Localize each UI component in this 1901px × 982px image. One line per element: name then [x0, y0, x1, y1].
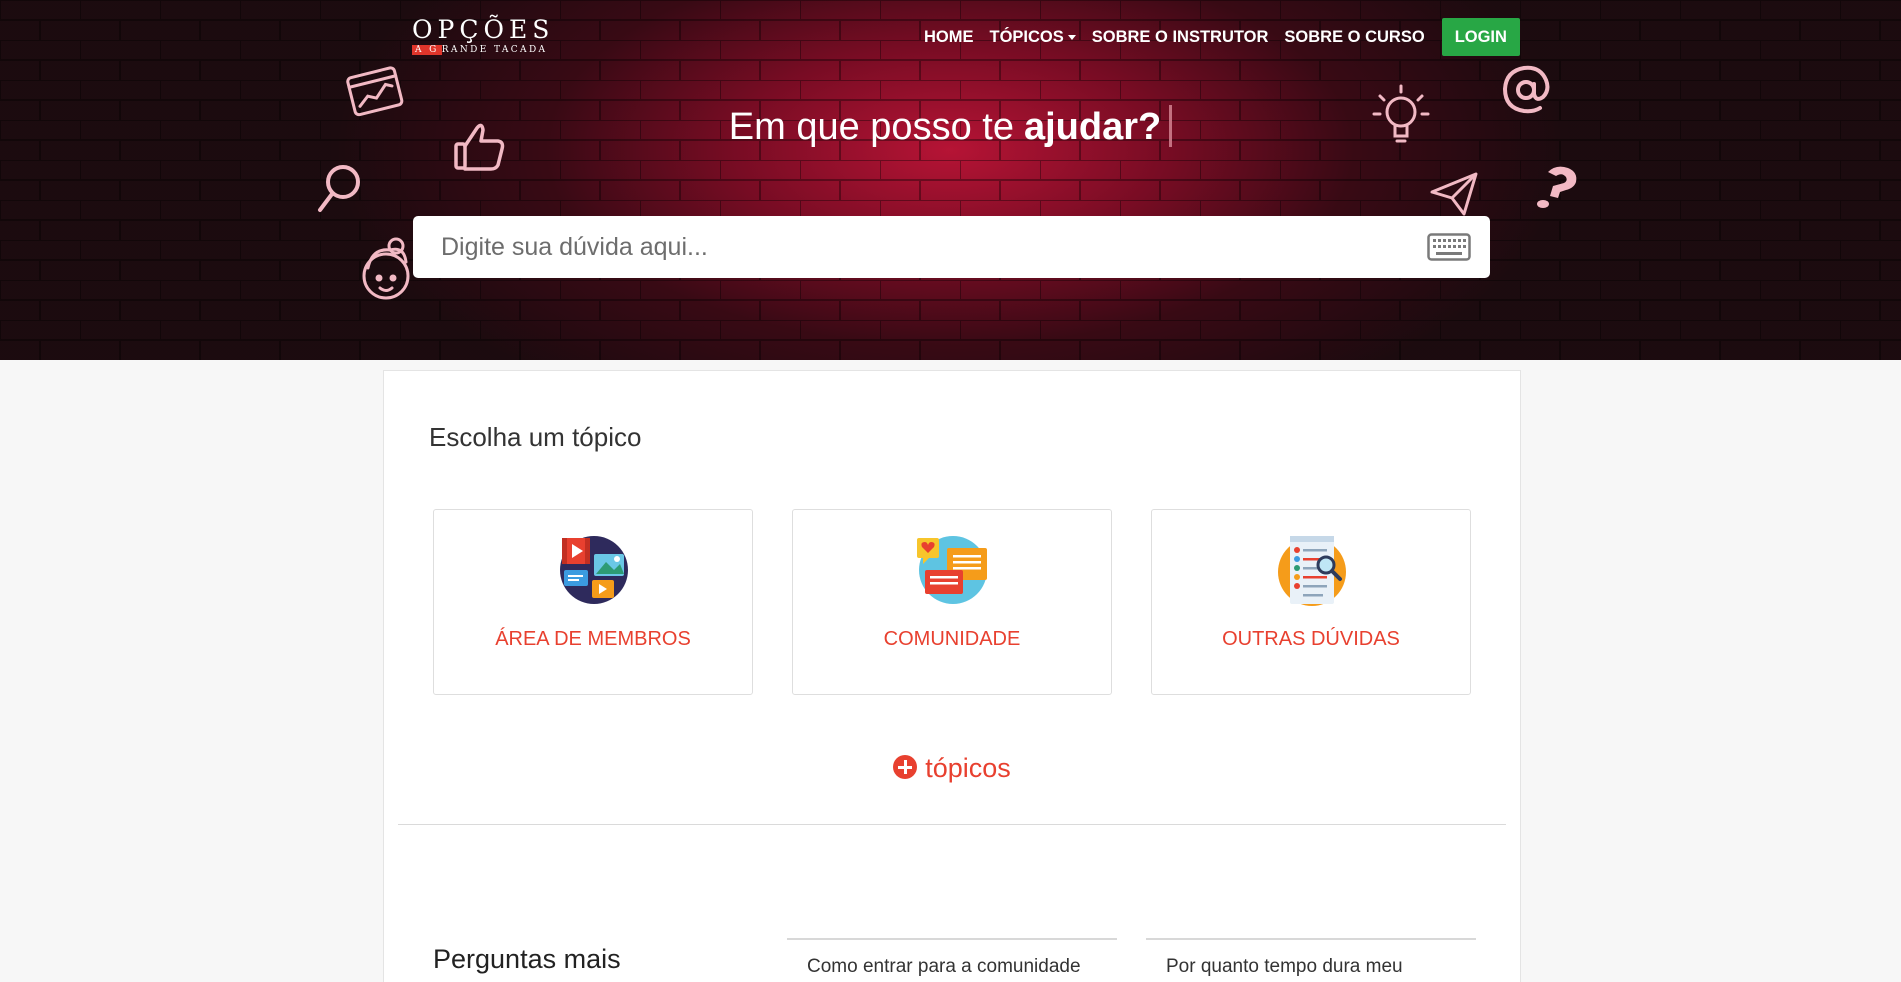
person-face-icon	[362, 237, 410, 300]
topic-card-comunidade[interactable]: COMUNIDADE	[792, 509, 1112, 695]
main-nav: HOME TÓPICOS SOBRE O INSTRUTOR SOBRE O C…	[924, 18, 1520, 56]
more-topics-label: tópicos	[925, 753, 1011, 783]
faq-item-text: Como entrar para a comunidade	[807, 956, 1081, 977]
nav-topics-dropdown[interactable]: TÓPICOS	[990, 28, 1076, 47]
login-button[interactable]: LOGIN	[1441, 18, 1520, 56]
paper-plane-icon	[1430, 172, 1478, 216]
topic-label: OUTRAS DÚVIDAS	[1222, 628, 1400, 650]
site-logo[interactable]: OPÇÕES A G RANDE TACADA	[412, 15, 555, 56]
section-divider	[398, 824, 1506, 825]
nav-about-instructor[interactable]: SOBRE O INSTRUTOR	[1092, 28, 1269, 47]
chat-bubbles-icon	[917, 536, 987, 604]
search-bar	[413, 216, 1490, 278]
faq-title: Perguntas mais	[433, 944, 621, 974]
faq-item-text: Por quanto tempo dura meu	[1166, 956, 1403, 977]
topic-label: COMUNIDADE	[883, 628, 1021, 650]
keyboard-icon[interactable]	[1427, 233, 1471, 261]
magnifier-doodle-icon	[318, 165, 360, 212]
nav-topics-label: TÓPICOS	[989, 27, 1064, 46]
document-search-icon	[1278, 536, 1346, 606]
logo-subtitle-rest: RANDE TACADA	[441, 45, 548, 55]
caret-down-icon	[1067, 34, 1076, 40]
section-title: Escolha um tópico	[429, 422, 642, 452]
headline-prefix: Em que posso te	[728, 106, 1014, 148]
logo-subtitle-highlight: A G	[412, 45, 442, 55]
more-topics-link[interactable]: tópicos	[384, 753, 1520, 784]
logo-title: OPÇÕES	[412, 15, 555, 44]
faq-item[interactable]: Como entrar para a comunidade	[787, 938, 1117, 979]
topics-panel: Escolha um tópico ÁREA DE MEMBROS COMUNI…	[383, 370, 1521, 982]
plus-circle-icon	[893, 755, 918, 779]
hero-headline: Em que posso te ajudar?	[0, 104, 1901, 149]
question-mark-icon	[1537, 166, 1577, 208]
logo-subtitle: A G RANDE TACADA	[412, 44, 545, 56]
headline-bold: ajudar?	[1023, 106, 1162, 148]
typing-cursor	[1169, 104, 1173, 147]
nav-home[interactable]: HOME	[924, 28, 974, 47]
faq-item[interactable]: Por quanto tempo dura meu	[1146, 938, 1476, 979]
topic-card-outras-duvidas[interactable]: OUTRAS DÚVIDAS	[1151, 509, 1471, 695]
media-gallery-icon	[560, 536, 628, 604]
topic-card-area-de-membros[interactable]: ÁREA DE MEMBROS	[433, 509, 753, 695]
topic-label: ÁREA DE MEMBROS	[495, 628, 691, 650]
nav-about-course[interactable]: SOBRE O CURSO	[1284, 28, 1424, 47]
search-input[interactable]	[441, 216, 1401, 278]
hero-banner: OPÇÕES A G RANDE TACADA HOME TÓPICOS SOBR…	[0, 0, 1901, 360]
